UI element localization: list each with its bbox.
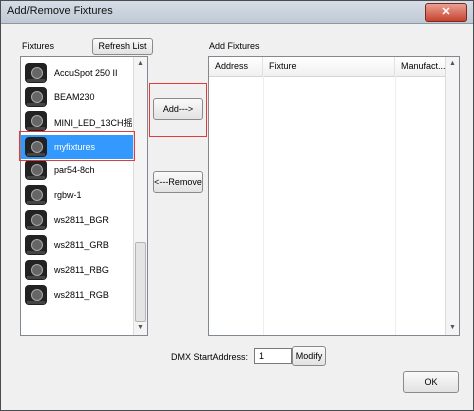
fixture-list-item-label: AccuSpot 250 II (54, 68, 118, 78)
moving-head-icon (25, 87, 47, 107)
dialog-title: Add/Remove Fixtures (7, 5, 113, 17)
add-fixtures-label: Add Fixtures (209, 41, 260, 51)
fixture-list-item-label: ws2811_GRB (54, 240, 109, 250)
fixture-list-item-label: ws2811_BGR (54, 215, 109, 225)
modify-button[interactable]: Modify (292, 346, 326, 366)
added-fixtures-table[interactable]: Address Fixture Manufact... ▲ ▼ (208, 56, 460, 336)
fixture-list-item-label: ws2811_RGB (54, 290, 109, 300)
selected-fixture-highlight (19, 131, 135, 161)
moving-head-icon (25, 260, 47, 280)
title-bar: Add/Remove Fixtures ✕ (1, 1, 473, 24)
moving-head-icon (25, 210, 47, 230)
fixture-list-item[interactable]: par54-8ch (21, 158, 135, 182)
ok-button[interactable]: OK (403, 371, 459, 393)
fixture-list-item-label: MINI_LED_13CH摇头 (54, 118, 142, 128)
refresh-list-button[interactable]: Refresh List (92, 38, 153, 55)
remove-button[interactable]: <---Remove (153, 171, 203, 193)
down-arrow-icon[interactable]: ▼ (448, 323, 457, 333)
down-arrow-icon[interactable]: ▼ (136, 323, 145, 333)
fixture-list-item[interactable]: ws2811_RBG (21, 258, 135, 282)
fixture-list-item[interactable]: ws2811_GRB (21, 233, 135, 257)
moving-head-icon (25, 235, 47, 255)
moving-head-icon (25, 160, 47, 180)
column-header-address[interactable]: Address (209, 57, 263, 76)
fixture-list-item[interactable]: MINI_LED_13CH摇头 (21, 109, 142, 133)
moving-head-icon (25, 111, 47, 131)
moving-head-icon (25, 285, 47, 305)
scrollbar-thumb[interactable] (135, 242, 146, 322)
close-button[interactable]: ✕ (425, 3, 467, 22)
up-arrow-icon[interactable]: ▲ (136, 59, 145, 69)
fixture-list-item[interactable]: ws2811_BGR (21, 208, 135, 232)
add-remove-fixtures-dialog: Add/Remove Fixtures ✕ Fixtures Refresh L… (0, 0, 474, 411)
table-header: Address Fixture Manufact... (209, 57, 447, 77)
dmx-start-address-label: DMX StartAddress: (171, 352, 249, 362)
fixture-list-item-label: rgbw-1 (54, 190, 82, 200)
moving-head-icon (25, 63, 47, 83)
fixtures-label: Fixtures (22, 41, 55, 51)
fixture-list-item-label: ws2811_RBG (54, 265, 109, 275)
fixture-list-item-label: BEAM230 (54, 92, 95, 102)
moving-head-icon (25, 185, 47, 205)
column-divider (395, 76, 396, 335)
up-arrow-icon[interactable]: ▲ (448, 59, 457, 69)
column-divider (263, 76, 264, 335)
column-header-fixture[interactable]: Fixture (263, 57, 395, 76)
fixtures-list-scrollbar[interactable]: ▲ ▼ (133, 57, 147, 335)
fixture-list-item[interactable]: rgbw-1 (21, 183, 135, 207)
dmx-start-address-input[interactable]: 1 (254, 348, 292, 364)
fixture-list-item[interactable]: ws2811_RGB (21, 283, 135, 307)
fixture-list-item[interactable]: BEAM230 (21, 85, 135, 109)
close-icon: ✕ (441, 6, 451, 18)
fixture-list-item-label: par54-8ch (54, 165, 95, 175)
column-header-manufacturer[interactable]: Manufact... (395, 57, 447, 76)
add-button[interactable]: Add---> (153, 98, 203, 120)
table-scrollbar[interactable]: ▲ ▼ (445, 57, 459, 335)
fixture-list-item[interactable]: AccuSpot 250 II (21, 61, 135, 85)
fixtures-list[interactable]: AccuSpot 250 II BEAM230 MINI_LED_13CH摇头 myf… (20, 56, 148, 336)
